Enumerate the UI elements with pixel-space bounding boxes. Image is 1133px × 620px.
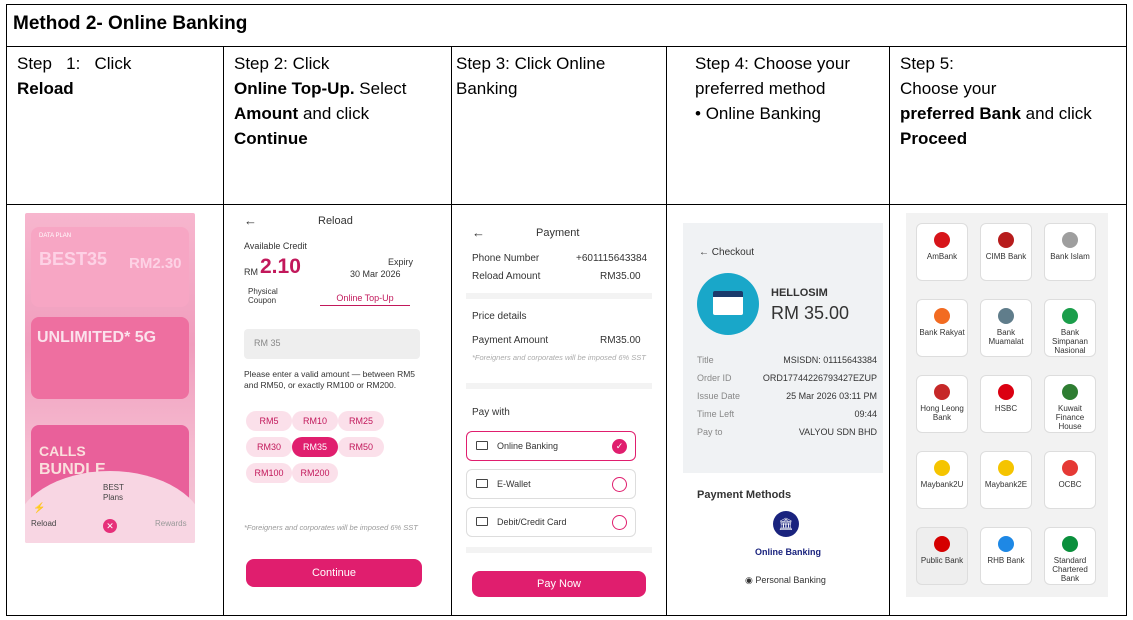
step-5-screenshot: AmBank CIMB Bank Bank Islam Bank Rakyat Bank… — [890, 205, 1126, 615]
back-arrow-icon[interactable]: ← — [472, 225, 485, 240]
bank-option[interactable]: Kuwait Finance House — [1044, 375, 1096, 433]
bank-option[interactable]: HSBC — [980, 375, 1032, 433]
bank-option[interactable]: Hong Leong Bank — [916, 375, 968, 433]
amount-chip[interactable]: RM35 — [292, 437, 338, 457]
pay-now-button[interactable]: Pay Now — [472, 571, 646, 597]
step-2-text: Step 2: Click Online Top-Up. Select Amou… — [224, 47, 451, 205]
step-2-screenshot: ← Reload Available Credit RM 2.10 Expiry… — [224, 205, 451, 615]
divider — [466, 293, 652, 299]
table-title: Method 2- Online Banking — [7, 5, 1126, 47]
amount-chip[interactable]: RM25 — [338, 411, 384, 431]
bank-option[interactable]: Standard Chartered Bank — [1044, 527, 1096, 585]
step-2-column: Step 2: Click Online Top-Up. Select Amou… — [224, 47, 452, 615]
checkout-row: Time Left 09:44 — [697, 409, 877, 419]
bank-option[interactable]: AmBank — [916, 223, 968, 281]
amount-chip[interactable]: RM100 — [246, 463, 292, 483]
bank-logo-icon — [998, 460, 1014, 476]
step-1-column: Step 1: Click Reload DATA PLAN BEST35 RM… — [7, 47, 224, 615]
bank-option[interactable]: Bank Islam — [1044, 223, 1096, 281]
checkout-back[interactable]: ← Checkout — [699, 247, 754, 258]
checkout-row: Issue Date 25 Mar 2026 03:11 PM — [697, 391, 877, 401]
step-3-screenshot: ← Payment Phone Number +601115643384 Rel… — [452, 205, 666, 615]
bank-logo-icon — [998, 308, 1014, 324]
step-1-bold: Reload — [17, 79, 74, 98]
step-1-text: Step 1: Click Reload — [7, 47, 223, 205]
bank-logo-icon — [998, 536, 1014, 552]
bullet-icon: • — [695, 104, 701, 123]
payment-options: Online Banking ✓ E-Wallet Debit/Credit Card — [466, 431, 652, 551]
step-4-screenshot: ← Checkout HELLOSIM RM 35.00 Title MSISDN… — [667, 205, 889, 615]
unlimited-card: UNLIMITED* 5G — [31, 317, 189, 399]
step-1-prefix: Step 1: Click — [17, 54, 132, 73]
step-1-screenshot: DATA PLAN BEST35 RM2.30 UNLIMITED* 5G CA… — [7, 205, 223, 615]
radio-button[interactable] — [612, 477, 627, 492]
payment-option[interactable]: Online Banking ✓ — [466, 431, 636, 461]
bank-option[interactable]: Maybank2U — [916, 451, 968, 509]
step-3-text: Step 3: Click Online Banking — [452, 47, 666, 205]
bank-logo-icon — [1062, 384, 1078, 400]
tab-physical[interactable]: Physical Coupon — [248, 287, 278, 305]
step-4-column: Step 4: Choose your preferred method • O… — [667, 47, 890, 615]
close-icon[interactable]: ✕ — [103, 519, 117, 533]
radio-button[interactable]: ✓ — [612, 439, 627, 454]
step-4-text: Step 4: Choose your preferred method • O… — [667, 47, 889, 205]
store-icon — [697, 273, 759, 335]
bank-logo-icon — [998, 384, 1014, 400]
bank-logo-icon — [934, 460, 950, 476]
step-5-column: Step 5: Choose your preferred Bank and c… — [890, 47, 1126, 615]
back-arrow-icon[interactable]: ← — [244, 213, 257, 228]
checkout-row: Title MSISDN: 01115643384 — [697, 355, 877, 365]
step-3-column: Step 3: Click Online Banking ← Payment P… — [452, 47, 667, 615]
bank-logo-icon — [934, 232, 950, 248]
radio-button[interactable] — [612, 515, 627, 530]
bank-option[interactable]: CIMB Bank — [980, 223, 1032, 281]
reload-nav[interactable]: Reload — [31, 519, 56, 528]
bank-logo-icon — [1062, 460, 1078, 476]
bank-logo-icon — [998, 232, 1014, 248]
amount-chip[interactable]: RM10 — [292, 411, 338, 431]
amount-chip[interactable]: RM5 — [246, 411, 292, 431]
bank-logo-icon — [934, 384, 950, 400]
payment-option[interactable]: Debit/Credit Card — [466, 507, 636, 537]
bank-icon[interactable]: 🏛 — [773, 511, 799, 537]
amount-chip[interactable]: RM30 — [246, 437, 292, 457]
card-icon — [476, 517, 488, 526]
bank-option[interactable]: Bank Simpanan Nasional — [1044, 299, 1096, 357]
amount-chip[interactable]: RM50 — [338, 437, 384, 457]
bank-logo-icon — [934, 308, 950, 324]
plan-card: DATA PLAN BEST35 RM2.30 — [31, 227, 189, 307]
reload-screen: DATA PLAN BEST35 RM2.30 UNLIMITED* 5G CA… — [25, 213, 195, 543]
rewards-nav[interactable]: Rewards — [155, 519, 187, 528]
checkout-row: Pay to VALYOU SDN BHD — [697, 427, 877, 437]
bank-logo-icon — [1062, 232, 1078, 248]
bank-option[interactable]: Public Bank — [916, 527, 968, 585]
bank-option[interactable]: Maybank2E — [980, 451, 1032, 509]
checkout-details: Title MSISDN: 01115643384 Order ID ORD17744… — [697, 355, 877, 445]
tab-online-topup[interactable]: Online Top-Up — [320, 293, 410, 306]
payment-option[interactable]: E-Wallet — [466, 469, 636, 499]
bank-option[interactable]: Bank Rakyat — [916, 299, 968, 357]
document-table: Method 2- Online Banking Step 1: Click R… — [6, 4, 1127, 616]
reload-icon[interactable]: ⚡ — [33, 503, 45, 514]
amount-chip[interactable]: RM200 — [292, 463, 338, 483]
bank-logo-icon — [934, 536, 950, 552]
amount-input[interactable]: RM 35 — [244, 329, 420, 359]
laptop-icon — [476, 441, 488, 450]
personal-banking-option[interactable]: ◉ Personal Banking — [745, 575, 826, 586]
bank-logo-icon — [1062, 308, 1078, 324]
continue-button[interactable]: Continue — [246, 559, 422, 587]
credit-value: 2.10 — [260, 255, 301, 278]
checkout-row: Order ID ORD17744226793427EZUP — [697, 373, 877, 383]
bank-option[interactable]: Bank Muamalat — [980, 299, 1032, 357]
bank-option[interactable]: RHB Bank — [980, 527, 1032, 585]
bank-logo-icon — [1062, 536, 1078, 552]
step-5-text: Step 5: Choose your preferred Bank and c… — [890, 47, 1126, 205]
wallet-icon — [476, 479, 488, 488]
bank-option[interactable]: OCBC — [1044, 451, 1096, 509]
